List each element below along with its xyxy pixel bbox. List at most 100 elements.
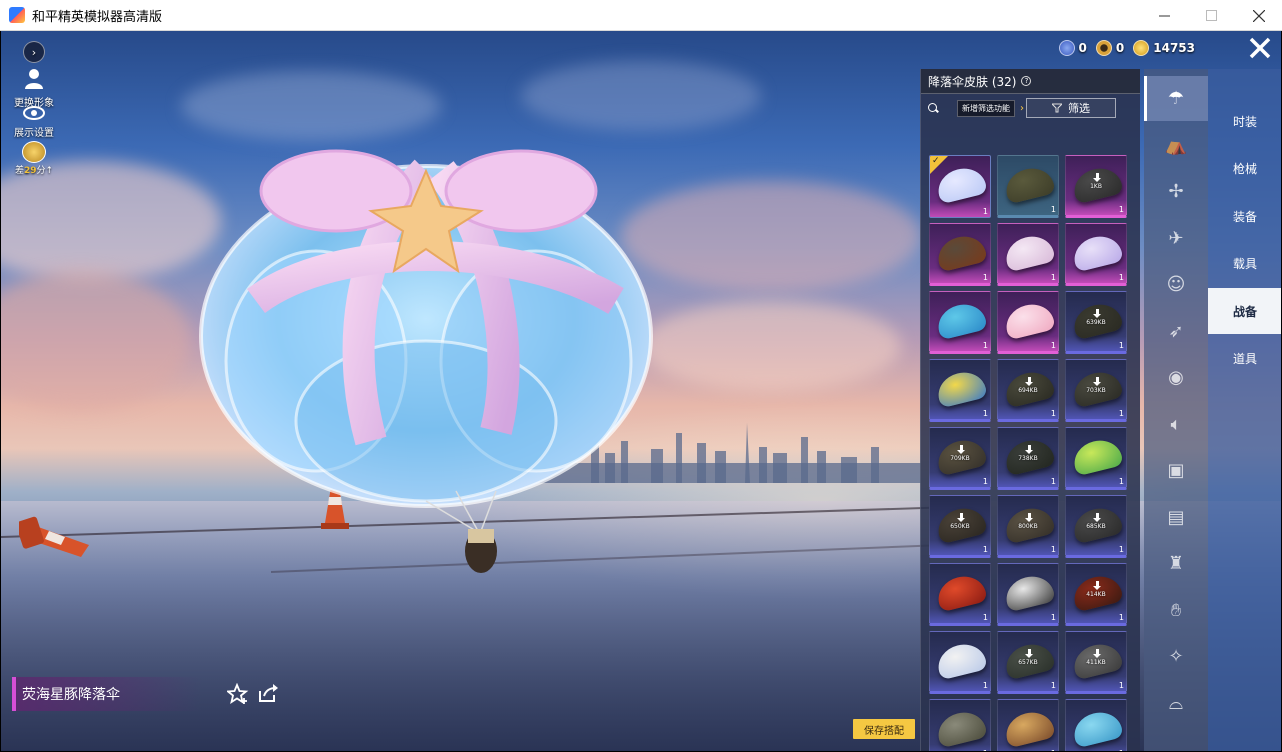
parachute-skin-item[interactable]: 709KB 1 (929, 427, 991, 490)
parachute-skin-item[interactable]: 703KB 1 (1065, 359, 1127, 422)
help-icon[interactable]: ? (1021, 76, 1032, 86)
item-count: 1 (982, 545, 988, 554)
pet-icon: ◉ (1168, 367, 1184, 388)
rank-value: 29 (23, 166, 37, 176)
parachute-skin-item[interactable]: 1 (997, 563, 1059, 626)
parachute-skin-item[interactable]: 1 (929, 223, 991, 286)
parachute-skin-item[interactable]: 1 (929, 631, 991, 694)
game-viewport[interactable]: › 更换形象 展示设置 差29分↑ 0 0 14753 降落伞皮肤 (32) ?… (1, 31, 1281, 751)
parachute-skin-item[interactable]: 1 (997, 291, 1059, 354)
eye-icon (23, 106, 45, 120)
download-size: 703KB (1086, 387, 1106, 394)
parachute-skin-item[interactable]: 1 (997, 155, 1059, 218)
coin-yellow-icon (1133, 40, 1150, 56)
parachute-skin-item[interactable]: 685KB 1 (1065, 495, 1127, 558)
subcategory-tab[interactable]: ☂ (1144, 76, 1208, 121)
speaker-icon: 🔈︎ (1170, 413, 1182, 435)
category-tab[interactable]: 载具 (1208, 241, 1281, 287)
close-button[interactable] (1235, 0, 1282, 31)
subcategory-tab[interactable]: ▣ (1144, 448, 1208, 493)
parachute-skin-item[interactable]: 800KB 1 (997, 495, 1059, 558)
download-size: 738KB (1018, 455, 1038, 462)
rank-prefix: 差 (14, 166, 24, 176)
currency-item[interactable]: 14753 (1133, 40, 1195, 56)
item-count: 1 (982, 477, 988, 486)
subcategory-tab[interactable]: ✢ (1144, 169, 1208, 214)
display-settings-button[interactable]: 展示设置 (11, 105, 57, 139)
download-size: 1KB (1090, 183, 1102, 190)
change-look-button[interactable]: 更换形象 (11, 67, 57, 109)
parachute-skin-item[interactable]: 1 (929, 563, 991, 626)
parachute-skin-item[interactable]: 1 (997, 699, 1059, 751)
save-outfit-button[interactable]: 保存搭配 (853, 719, 915, 739)
category-tab[interactable]: 枪械 (1208, 146, 1281, 192)
parachute-skin-item[interactable]: 639KB 1 (1065, 291, 1127, 354)
window-titlebar: 和平精英模拟器高清版 (0, 0, 1282, 31)
cloud (621, 181, 921, 291)
currency-item[interactable]: 0 (1095, 40, 1124, 56)
subcategory-tab[interactable]: ♜ (1144, 541, 1208, 586)
parachute-skin-item[interactable]: 1 (929, 699, 991, 751)
close-icon (1252, 9, 1265, 22)
parachute-skin-item[interactable]: 414KB 1 (1065, 563, 1127, 626)
parachute-skin-item[interactable]: 1 (1065, 427, 1127, 490)
item-count: 1 (1050, 341, 1056, 350)
parachute-preview[interactable] (196, 131, 666, 576)
subcategory-tab[interactable]: ⌓ (1144, 681, 1208, 726)
expand-toolbar-button[interactable]: › (11, 41, 57, 63)
exit-wardrobe-button[interactable] (1242, 33, 1277, 63)
item-count: 1 (1118, 681, 1124, 690)
rank-badge[interactable]: 差29分↑ (11, 141, 57, 176)
item-count: 1 (982, 341, 988, 350)
item-count: 1 (1050, 477, 1056, 486)
parachute-skin-item[interactable]: 1 (929, 291, 991, 354)
item-count: 1 (1051, 749, 1056, 751)
parachute-skin-item[interactable]: 411KB 1 (1065, 631, 1127, 694)
category-tab[interactable]: 时装 (1208, 98, 1281, 144)
parachute-thumbnail (1002, 163, 1056, 205)
parachute-skin-item[interactable]: 694KB 1 (997, 359, 1059, 422)
parachute-skin-item[interactable]: 1 (997, 223, 1059, 286)
download-icon (1025, 445, 1034, 454)
item-count: 1 (1050, 205, 1056, 214)
subcategory-icon-tabs: ☂ ⛺ ✢ ✈ ☺ ➶ ◉ 🔈︎ ▣ ▤ ♜ ✋︎ ✧ ⌓ (1144, 69, 1208, 751)
filter-button[interactable]: 筛选 (1026, 98, 1116, 118)
plane-icon: ✈ (1168, 227, 1184, 249)
item-count: 1 (1050, 409, 1056, 418)
subcategory-tab[interactable]: ◉ (1144, 355, 1208, 400)
subcategory-tab[interactable]: ▤ (1144, 495, 1208, 540)
maximize-button[interactable] (1188, 0, 1235, 31)
parachute-skin-item[interactable]: 1 (929, 359, 991, 422)
minimize-icon (1159, 15, 1170, 17)
category-tab[interactable]: 道具 (1208, 336, 1281, 382)
category-tab[interactable]: 战备 (1208, 288, 1281, 334)
category-tab[interactable]: 装备 (1208, 193, 1281, 239)
subcategory-tab[interactable]: ✈ (1144, 216, 1208, 261)
download-size: 414KB (1086, 591, 1106, 598)
parachute-skin-item[interactable]: 1 (1065, 223, 1127, 286)
download-size: 657KB (1018, 659, 1038, 666)
subcategory-tab[interactable]: ➶ (1144, 309, 1208, 354)
share-icon[interactable] (257, 683, 279, 703)
search-icon[interactable] (927, 102, 939, 114)
parachute-skin-item[interactable]: 1KB 1 (1065, 155, 1127, 218)
download-size: 694KB (1018, 387, 1038, 394)
item-count: 1 (1050, 681, 1056, 690)
parachute-skin-item[interactable]: 738KB 1 (997, 427, 1059, 490)
subcategory-tab[interactable]: ✋︎ (1144, 588, 1208, 633)
favorite-button[interactable] (225, 682, 249, 710)
parachute-skin-item[interactable]: 657KB 1 (997, 631, 1059, 694)
panel-header: 降落伞皮肤 (32) ? (921, 69, 1140, 94)
subcategory-tab[interactable]: ☺ (1144, 262, 1208, 307)
parachute-skin-item[interactable]: ✓ 1 (929, 155, 991, 218)
minimize-button[interactable] (1141, 0, 1188, 31)
parachute-thumbnail (1002, 231, 1056, 273)
subcategory-tab[interactable]: ✧ (1144, 634, 1208, 679)
subcategory-tab[interactable]: ⛺ (1144, 123, 1208, 168)
item-count: 1 (1118, 273, 1124, 282)
parachute-skin-item[interactable]: 1 (1065, 699, 1127, 751)
parachute-skin-item[interactable]: 650KB 1 (929, 495, 991, 558)
subcategory-tab[interactable]: 🔈︎ (1144, 402, 1208, 447)
currency-item[interactable]: 0 (1058, 40, 1087, 56)
download-icon (1093, 173, 1102, 182)
